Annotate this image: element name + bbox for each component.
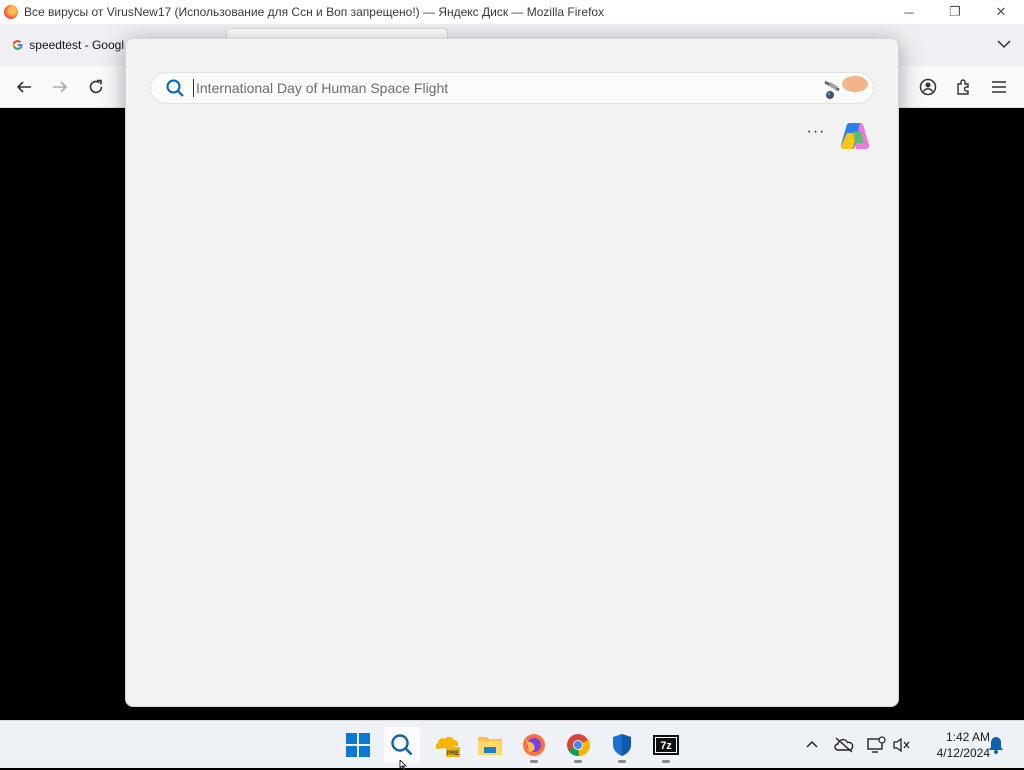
chevron-down-icon[interactable]	[994, 34, 1014, 54]
chevron-up-icon	[806, 740, 818, 748]
search-highlight-icon[interactable]	[821, 74, 871, 102]
menu-button[interactable]	[988, 76, 1010, 98]
google-icon	[12, 40, 23, 50]
more-options-button[interactable]: ···	[806, 124, 826, 146]
chrome-icon	[567, 734, 590, 757]
running-indicator	[662, 760, 670, 763]
tab-label: speedtest - Googl	[29, 38, 124, 52]
running-indicator	[618, 760, 626, 763]
firefox-icon	[4, 5, 18, 19]
network-icon	[867, 736, 886, 753]
taskbar: PRE 7z 1:42 AM 4/12/2024	[0, 720, 1024, 768]
copilot-icon[interactable]	[838, 121, 872, 151]
account-button[interactable]	[917, 76, 939, 98]
forward-button[interactable]	[49, 76, 71, 98]
clock-date: 4/12/2024	[936, 746, 990, 760]
taskbar-firefox[interactable]	[516, 727, 552, 763]
tab-speedtest[interactable]: speedtest - Googl	[4, 30, 124, 60]
window-controls: ─ ❐ ✕	[886, 0, 1024, 24]
search-flyout: ···	[125, 38, 899, 707]
7zip-icon: 7z	[653, 735, 679, 755]
search-input[interactable]	[193, 79, 793, 97]
restore-button[interactable]: ❐	[932, 0, 978, 24]
start-button[interactable]	[340, 727, 376, 763]
clock-time: 1:42 AM	[945, 730, 990, 744]
account-icon	[919, 78, 937, 96]
arrow-left-icon	[16, 81, 31, 93]
search-box[interactable]	[150, 72, 874, 104]
search-icon	[166, 79, 184, 97]
7zip-label: 7z	[660, 740, 672, 752]
window-title: Все вирусы от VirusNew17 (Использование …	[24, 5, 605, 19]
network-tray-button[interactable]	[866, 735, 886, 755]
minimize-button[interactable]: ─	[886, 0, 932, 24]
start-icon	[346, 733, 370, 757]
running-indicator	[530, 760, 538, 763]
extensions-button[interactable]	[953, 76, 975, 98]
file-explorer-icon	[478, 737, 502, 755]
reload-button[interactable]	[85, 76, 107, 98]
cloud-offline-icon	[834, 737, 854, 753]
volume-muted-icon	[893, 737, 910, 753]
puzzle-icon	[957, 79, 969, 95]
show-hidden-icons-button[interactable]	[802, 735, 822, 755]
taskbar-defender[interactable]	[604, 727, 640, 763]
reload-icon	[89, 79, 103, 94]
arrow-right-icon	[53, 81, 68, 93]
window-titlebar: Все вирусы от VirusNew17 (Использование …	[0, 0, 1024, 24]
search-icon	[391, 734, 413, 756]
taskbar-onedrive-pre[interactable]: PRE	[429, 727, 465, 763]
taskbar-chrome[interactable]	[560, 727, 596, 763]
defender-icon	[613, 734, 631, 756]
taskbar-file-explorer[interactable]	[472, 727, 508, 763]
volume-tray-button[interactable]	[892, 735, 912, 755]
firefox-icon	[523, 734, 545, 756]
notifications-button[interactable]	[986, 735, 1006, 755]
pre-label: PRE	[447, 751, 459, 757]
taskbar-search-button[interactable]	[384, 727, 420, 763]
running-indicator	[574, 760, 582, 763]
back-button[interactable]	[13, 76, 35, 98]
close-button[interactable]: ✕	[978, 0, 1024, 24]
system-clock[interactable]: 1:42 AM 4/12/2024	[918, 729, 990, 761]
hamburger-menu-icon	[992, 81, 1006, 93]
onedrive-pre-icon: PRE	[435, 736, 460, 757]
bell-icon	[989, 737, 1003, 754]
taskbar-7zip[interactable]: 7z	[648, 727, 684, 763]
mouse-cursor-icon	[399, 760, 407, 770]
onedrive-tray-button[interactable]	[834, 735, 854, 755]
